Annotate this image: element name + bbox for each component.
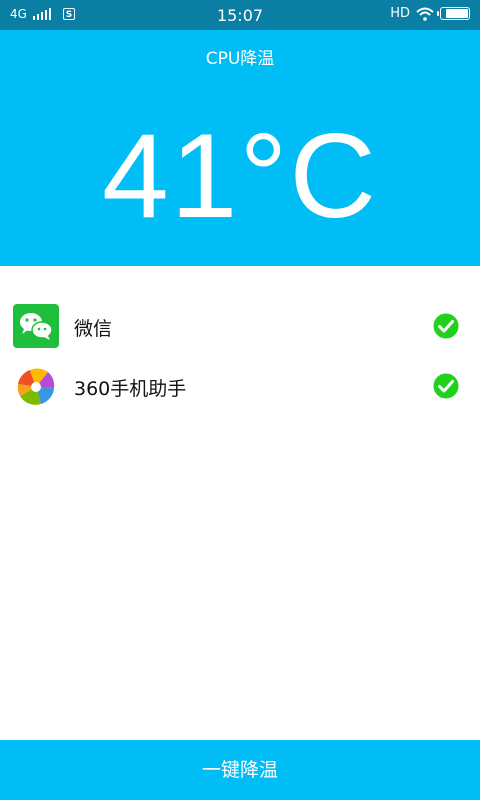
check-icon[interactable] <box>432 372 460 400</box>
app-row-360-assistant[interactable]: 360手机助手 <box>0 356 480 416</box>
app-name: 360手机助手 <box>74 378 187 400</box>
app-name: 微信 <box>74 318 113 340</box>
one-tap-cool-button[interactable]: 一键降温 <box>0 740 480 800</box>
app-list: 微信 360手机助手 <box>0 296 480 416</box>
battery-level <box>446 9 468 18</box>
status-bar: 4G S 15:07 HD <box>0 0 480 30</box>
cpu-temperature: 41°C <box>101 109 379 243</box>
wechat-icon <box>13 304 59 348</box>
page-title: CPU降温 <box>205 49 275 69</box>
status-right: HD <box>390 6 470 21</box>
check-icon[interactable] <box>432 312 460 340</box>
wifi-icon <box>416 7 434 21</box>
battery-icon <box>437 7 470 20</box>
hd-label: HD <box>390 6 410 21</box>
360-assistant-icon <box>17 368 55 405</box>
cpu-cooler-screen: 4G S 15:07 HD CPU降温 41°C 微信 360手机助手 一键降温 <box>0 0 480 800</box>
app-row-wechat[interactable]: 微信 <box>0 296 480 356</box>
cpu-header: CPU降温 41°C <box>0 30 480 266</box>
